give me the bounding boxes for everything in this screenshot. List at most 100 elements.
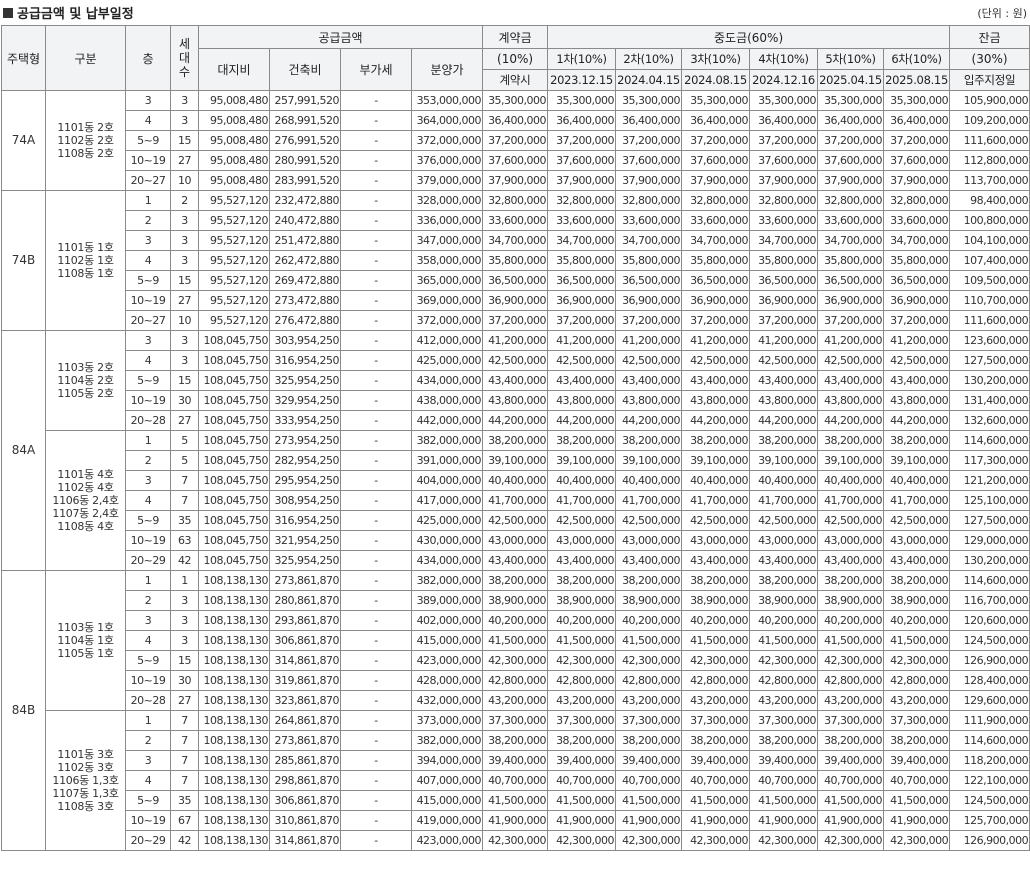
table-cell: - bbox=[340, 150, 412, 171]
table-cell: 298,861,870 bbox=[269, 770, 341, 791]
table-cell: 42,300,000 bbox=[749, 650, 819, 671]
table-cell: 3 bbox=[125, 230, 171, 251]
table-cell: 41,500,000 bbox=[883, 630, 951, 651]
table-cell: 412,000,000 bbox=[410, 330, 484, 351]
table-cell: 38,200,000 bbox=[681, 430, 751, 451]
table-cell: 314,861,870 bbox=[269, 830, 341, 851]
table-cell: 43,200,000 bbox=[817, 690, 885, 711]
cell-building-group: 1103동 1호 1104동 1호 1105동 1호 bbox=[45, 570, 126, 711]
table-cell: 38,200,000 bbox=[817, 570, 885, 591]
table-cell: 43,400,000 bbox=[482, 550, 549, 571]
table-cell: 125,700,000 bbox=[949, 810, 1030, 831]
table-cell: 129,000,000 bbox=[949, 530, 1030, 551]
table-cell: 273,861,870 bbox=[269, 730, 341, 751]
table-cell: 43,400,000 bbox=[749, 370, 819, 391]
table-header: 주택형 구분 층 세 대 수 공급금액 계약금 중도금(60%) 잔금 대지비 … bbox=[1, 25, 1030, 91]
table-cell: 306,861,870 bbox=[269, 790, 341, 811]
table-cell: 42,500,000 bbox=[817, 510, 885, 531]
table-cell: 257,991,520 bbox=[269, 90, 341, 111]
table-cell: 95,527,120 bbox=[198, 290, 270, 311]
table-cell: 10 bbox=[170, 170, 199, 191]
table-cell: 41,200,000 bbox=[817, 330, 885, 351]
table-cell: 42,800,000 bbox=[749, 670, 819, 691]
table-cell: 20~28 bbox=[125, 690, 171, 711]
table-cell: 41,200,000 bbox=[547, 330, 617, 351]
col-middle-4: 4차(10%) bbox=[749, 48, 819, 70]
table-cell: 430,000,000 bbox=[410, 530, 484, 551]
table-cell: 37,200,000 bbox=[883, 310, 951, 331]
table-cell: 404,000,000 bbox=[410, 470, 484, 491]
table-cell: 38,200,000 bbox=[749, 430, 819, 451]
table-cell: 42,500,000 bbox=[681, 350, 751, 371]
table-row: 10~19 30 108,045,750 329,954,250-438,000,00… bbox=[2, 390, 1030, 411]
table-cell: 5 bbox=[170, 430, 199, 451]
table-row: 4 3 108,138,130 306,861,870-415,000,000 41,5… bbox=[2, 630, 1030, 651]
table-cell: 108,138,130 bbox=[198, 770, 270, 791]
table-row: 5~9 15 108,138,130 314,861,870-423,000,000 4… bbox=[2, 650, 1030, 671]
table-cell: 293,861,870 bbox=[269, 610, 341, 631]
table-cell: 3 bbox=[125, 90, 171, 111]
table-cell: 38,200,000 bbox=[817, 730, 885, 751]
col-type: 주택형 bbox=[1, 25, 46, 91]
table-cell: 3 bbox=[170, 590, 199, 611]
table-cell: 310,861,870 bbox=[269, 810, 341, 831]
table-cell: 95,527,120 bbox=[198, 250, 270, 271]
table-row: 10~19 63 108,045,750 321,954,250-430,000,00… bbox=[2, 530, 1030, 551]
table-cell: 3 bbox=[170, 630, 199, 651]
table-cell: 36,900,000 bbox=[749, 290, 819, 311]
table-cell: 40,200,000 bbox=[547, 610, 617, 631]
cell-building-group: 1101동 4호 1102동 4호 1106동 2,4호 1107동 2,4호 … bbox=[45, 430, 126, 571]
table-cell: 38,200,000 bbox=[883, 430, 951, 451]
table-cell: 41,700,000 bbox=[615, 490, 683, 511]
table-cell: 42,500,000 bbox=[883, 350, 951, 371]
table-cell: 425,000,000 bbox=[410, 350, 484, 371]
table-cell: 42,300,000 bbox=[817, 830, 885, 851]
table-cell: 109,500,000 bbox=[949, 270, 1030, 291]
table-cell: 39,400,000 bbox=[547, 750, 617, 771]
table-cell: 35,300,000 bbox=[615, 90, 683, 111]
table-cell: 37,200,000 bbox=[547, 310, 617, 331]
table-cell: 1 bbox=[125, 710, 171, 731]
cell-building-group: 1101동 3호 1102동 3호 1106동 1,3호 1107동 1,3호 … bbox=[45, 710, 126, 851]
cell-housing-type: 84A bbox=[1, 330, 46, 571]
table-cell: 382,000,000 bbox=[410, 430, 484, 451]
table-cell: 42,300,000 bbox=[547, 650, 617, 671]
table-cell: 40,400,000 bbox=[883, 470, 951, 491]
table-cell: 40,700,000 bbox=[615, 770, 683, 791]
cell-building-group: 1103동 2호 1104동 2호 1105동 2호 bbox=[45, 330, 126, 431]
table-cell: 41,500,000 bbox=[681, 630, 751, 651]
table-cell: 42,300,000 bbox=[615, 830, 683, 851]
table-cell: 2 bbox=[125, 590, 171, 611]
table-cell: - bbox=[340, 570, 412, 591]
table-cell: 358,000,000 bbox=[410, 250, 484, 271]
table-cell: 43,800,000 bbox=[749, 390, 819, 411]
table-cell: 42,300,000 bbox=[681, 830, 751, 851]
table-cell: 38,900,000 bbox=[482, 590, 549, 611]
table-cell: 273,861,870 bbox=[269, 570, 341, 591]
table-cell: - bbox=[340, 110, 412, 131]
table-cell: 39,400,000 bbox=[883, 750, 951, 771]
table-cell: 37,600,000 bbox=[817, 150, 885, 171]
col-units: 세 대 수 bbox=[170, 25, 199, 91]
table-cell: 285,861,870 bbox=[269, 750, 341, 771]
table-row: 4 7 108,045,750 308,954,250-417,000,000 41,7… bbox=[2, 490, 1030, 511]
table-cell: 7 bbox=[170, 730, 199, 751]
table-cell: 38,900,000 bbox=[817, 590, 885, 611]
table-cell: 36,400,000 bbox=[681, 110, 751, 131]
table-cell: 4 bbox=[125, 770, 171, 791]
table-cell: 4 bbox=[125, 250, 171, 271]
table-cell: 108,045,750 bbox=[198, 410, 270, 431]
table-cell: 41,500,000 bbox=[547, 630, 617, 651]
table-cell: - bbox=[340, 270, 412, 291]
col-middle-1-date: 2023.12.15 bbox=[547, 69, 617, 91]
table-cell: 36,500,000 bbox=[681, 270, 751, 291]
table-cell: 336,000,000 bbox=[410, 210, 484, 231]
table-cell: - bbox=[340, 510, 412, 531]
table-cell: - bbox=[340, 810, 412, 831]
table-cell: 130,200,000 bbox=[949, 550, 1030, 571]
table-cell: 36,900,000 bbox=[615, 290, 683, 311]
table-cell: 3 bbox=[125, 610, 171, 631]
table-cell: 44,200,000 bbox=[615, 410, 683, 431]
table-cell: 264,861,870 bbox=[269, 710, 341, 731]
table-cell: 40,400,000 bbox=[817, 470, 885, 491]
